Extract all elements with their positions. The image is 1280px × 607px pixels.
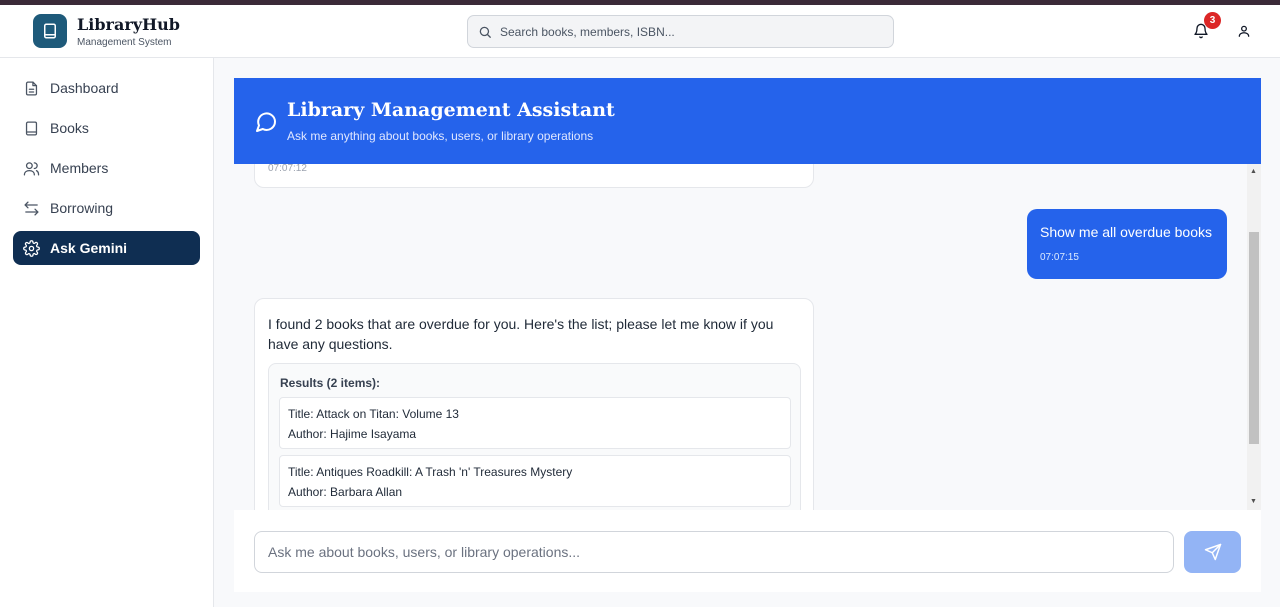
result-author: Author: Hajime Isayama: [288, 427, 417, 441]
sidebar-item-books[interactable]: Books: [13, 111, 200, 145]
message-timestamp: 07:07:15: [1040, 252, 1079, 263]
composer: [234, 510, 1261, 592]
results-title: Results (2 items):: [280, 376, 381, 390]
ai-message-text: I found 2 books that are overdue for you…: [268, 316, 774, 352]
gear-icon: [23, 239, 40, 257]
scroll-down-arrow-icon[interactable]: ▼: [1250, 498, 1257, 505]
scroll-thumb[interactable]: [1249, 232, 1259, 444]
result-item: Title: Attack on Titan: Volume 13 Author…: [279, 397, 791, 449]
search-input[interactable]: [500, 24, 880, 39]
search-icon: [479, 26, 491, 38]
message-timestamp: 07:07:12: [268, 164, 307, 174]
result-item: Title: Antiques Roadkill: A Trash 'n' Tr…: [279, 455, 791, 507]
user-message-text: Show me all overdue books: [1040, 224, 1212, 240]
app-subtitle: Management System: [77, 37, 172, 48]
send-icon: [1204, 543, 1221, 561]
message-list[interactable]: 07:07:12 Show me all overdue books 07:07…: [234, 164, 1261, 510]
user-message: Show me all overdue books 07:07:15: [1027, 209, 1227, 279]
app-title: LibraryHub: [77, 15, 180, 34]
chat-input[interactable]: [254, 531, 1174, 573]
sidebar-item-label: Ask Gemini: [50, 240, 128, 256]
result-author: Author: Barbara Allan: [288, 485, 403, 499]
assistant-header: Library Management Assistant Ask me anyt…: [234, 78, 1261, 164]
book-icon: [25, 120, 38, 136]
users-icon: [23, 161, 40, 176]
sidebar-item-label: Members: [50, 160, 109, 176]
top-header: LibraryHub Management System 3: [0, 5, 1280, 58]
sidebar-item-label: Books: [50, 120, 89, 136]
search-bar[interactable]: [467, 15, 894, 48]
result-title: Title: Attack on Titan: Volume 13: [288, 407, 459, 421]
sidebar-item-label: Dashboard: [50, 80, 119, 96]
sidebar: Dashboard Books Members Borrowing Ask Ge…: [0, 58, 214, 607]
logo-icon: [33, 14, 67, 48]
sidebar-item-dashboard[interactable]: Dashboard: [13, 71, 200, 105]
ai-message: I found 2 books that are overdue for you…: [254, 298, 814, 510]
assistant-subtitle: Ask me anything about books, users, or l…: [287, 129, 594, 143]
sidebar-item-ask-gemini[interactable]: Ask Gemini: [13, 231, 200, 265]
sidebar-item-borrowing[interactable]: Borrowing: [13, 191, 200, 225]
sidebar-item-members[interactable]: Members: [13, 151, 200, 185]
arrows-icon: [24, 200, 39, 216]
notification-badge: 3: [1204, 12, 1221, 29]
send-button[interactable]: [1184, 531, 1241, 573]
chat-bubble-icon: [256, 112, 277, 132]
sidebar-item-label: Borrowing: [50, 200, 114, 216]
user-icon[interactable]: [1237, 24, 1251, 38]
document-icon: [25, 80, 38, 96]
assistant-title: Library Management Assistant: [287, 99, 615, 121]
result-title: Title: Antiques Roadkill: A Trash 'n' Tr…: [288, 465, 573, 479]
ai-message-previous: 07:07:12: [254, 164, 814, 188]
scroll-up-arrow-icon[interactable]: ▲: [1250, 168, 1257, 175]
results-box: Results (2 items): Title: Attack on Tita…: [268, 363, 801, 510]
message-scrollbar[interactable]: ▲ ▼: [1247, 164, 1261, 510]
